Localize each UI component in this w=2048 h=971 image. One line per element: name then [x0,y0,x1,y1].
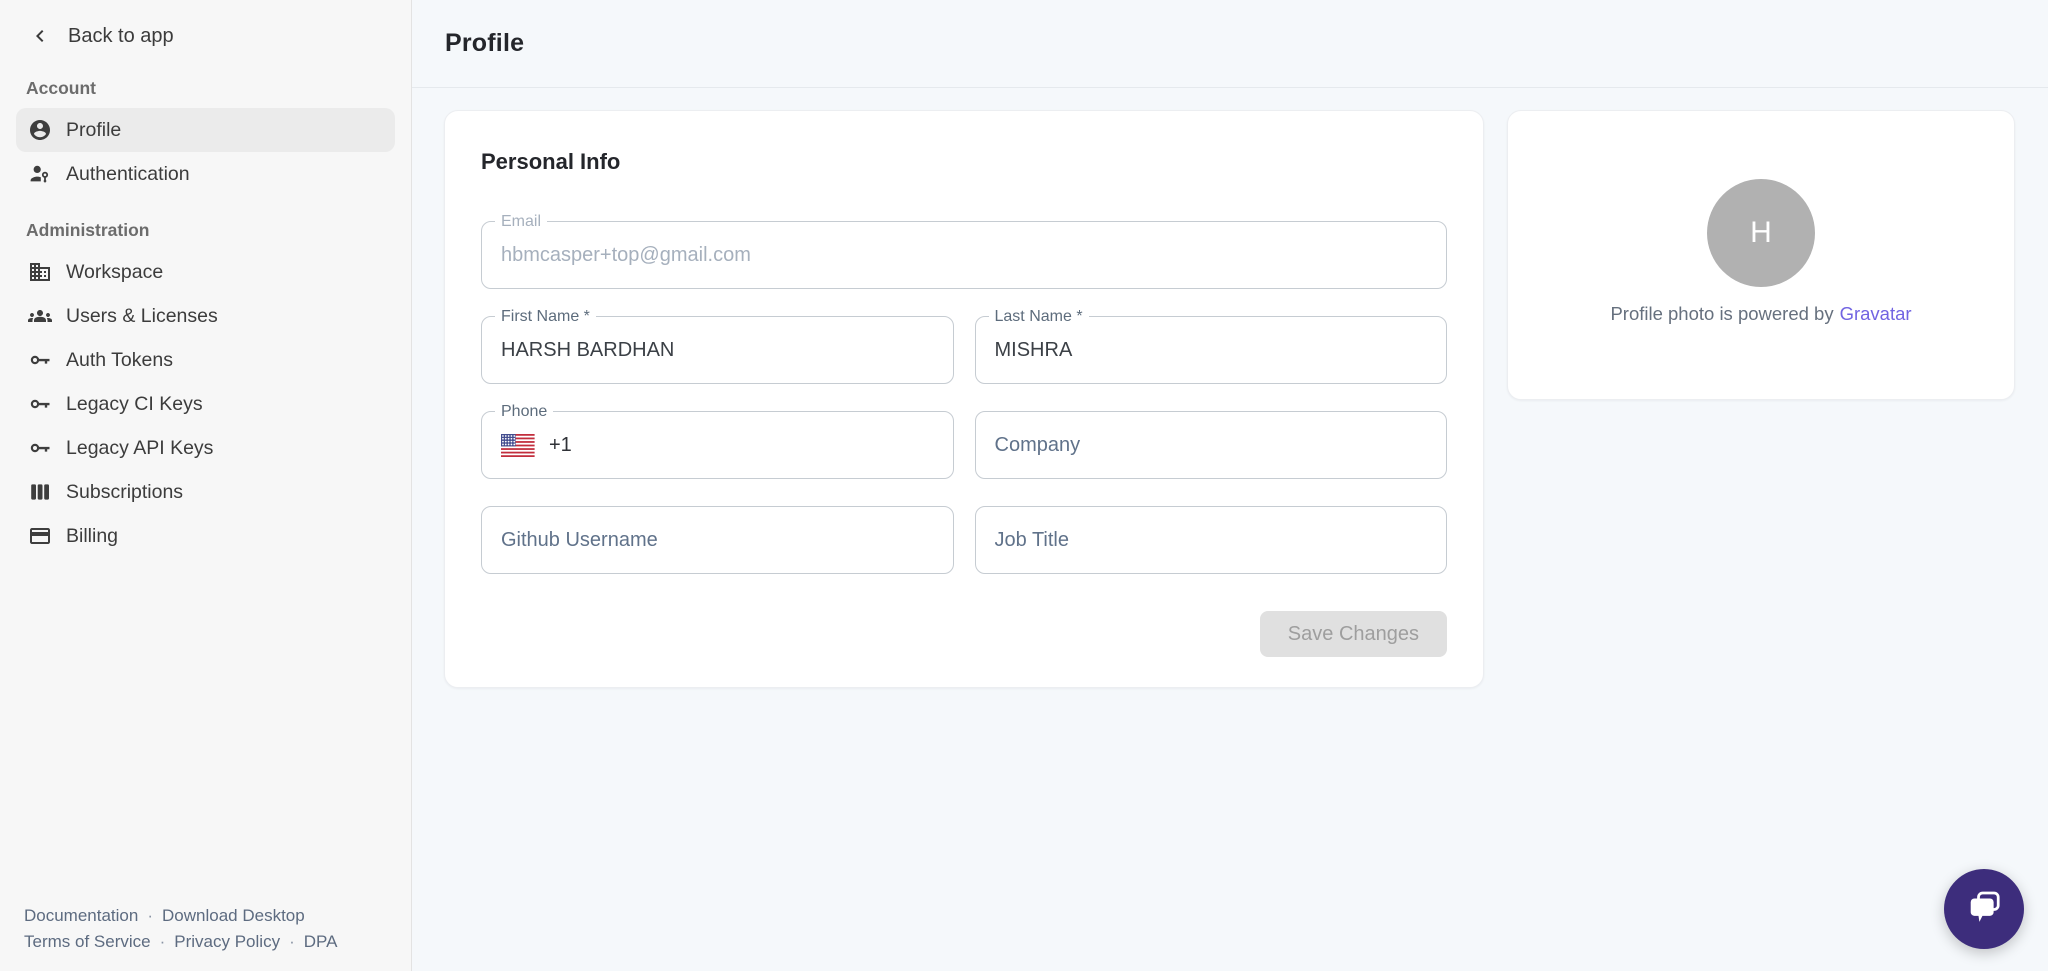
gravatar-link[interactable]: Gravatar [1840,303,1912,325]
section-title-administration: Administration [26,220,411,241]
gravatar-caption-text: Profile photo is powered by [1610,303,1833,325]
phone-field: Phone [481,411,954,479]
job-title-input[interactable] [995,529,1428,552]
personal-info-form: Email First Name * Last Name * Phone [481,221,1447,574]
phone-input[interactable] [582,434,934,457]
content: Personal Info Email First Name * Last Na… [412,88,2048,688]
sidebar-item-users-licenses[interactable]: Users & Licenses [16,294,395,338]
chat-bubbles-icon [1962,887,2006,931]
sidebar-item-subscriptions[interactable]: Subscriptions [16,470,395,514]
sidebar: Back to app Account Profile Authenticati… [0,0,412,971]
personal-info-title: Personal Info [481,149,1447,175]
email-field: Email [481,221,1447,289]
key-icon [28,436,52,460]
github-username-field [481,506,954,574]
job-title-field [975,506,1448,574]
documentation-link[interactable]: Documentation [24,906,138,925]
page-title: Profile [445,29,524,58]
company-input[interactable] [995,434,1428,457]
separator-dot: · [160,932,166,951]
sidebar-item-label: Subscriptions [66,481,183,504]
main-header: Profile [412,0,2048,88]
separator-dot: · [289,932,295,951]
us-flag-icon[interactable] [501,434,535,457]
chevron-left-icon [28,24,52,48]
sidebar-item-label: Profile [66,119,121,142]
last-name-field: Last Name * [975,316,1448,384]
back-to-app-label: Back to app [68,25,174,48]
sidebar-item-legacy-api-keys[interactable]: Legacy API Keys [16,426,395,470]
footer-row: Documentation · Download Desktop [24,903,411,929]
github-username-input[interactable] [501,529,934,552]
sidebar-item-label: Billing [66,525,118,548]
sidebar-item-label: Authentication [66,163,190,186]
gravatar-caption: Profile photo is powered by Gravatar [1610,303,1911,325]
sidebar-item-billing[interactable]: Billing [16,514,395,558]
sidebar-footer: Documentation · Download Desktop Terms of … [24,903,411,955]
groups-icon [28,304,52,328]
key-icon [28,348,52,372]
sidebar-item-label: Workspace [66,261,163,284]
gravatar-card: H Profile photo is powered by Gravatar [1507,110,2015,400]
save-row: Save Changes [481,611,1447,657]
first-name-field: First Name * [481,316,954,384]
sidebar-item-label: Legacy API Keys [66,437,213,460]
privacy-policy-link[interactable]: Privacy Policy [174,932,280,951]
avatar: H [1707,179,1815,287]
sidebar-item-label: Users & Licenses [66,305,218,328]
passkey-icon [28,162,52,186]
building-icon [28,260,52,284]
sidebar-item-auth-tokens[interactable]: Auth Tokens [16,338,395,382]
company-field [975,411,1448,479]
first-name-label: First Name * [495,308,596,326]
dpa-link[interactable]: DPA [304,932,338,951]
save-changes-button[interactable]: Save Changes [1260,611,1447,657]
last-name-label: Last Name * [989,308,1089,326]
credit-card-icon [28,524,52,548]
sidebar-item-authentication[interactable]: Authentication [16,152,395,196]
section-title-account: Account [26,78,411,99]
separator-dot: · [147,906,153,925]
sidebar-item-label: Legacy CI Keys [66,393,203,416]
sidebar-item-label: Auth Tokens [66,349,173,372]
sidebar-item-workspace[interactable]: Workspace [16,250,395,294]
email-label: Email [495,213,547,231]
back-to-app-button[interactable]: Back to app [28,24,411,48]
terms-of-service-link[interactable]: Terms of Service [24,932,151,951]
phone-dial-code: +1 [549,434,572,457]
chat-widget-button[interactable] [1944,869,2024,949]
first-name-input[interactable] [501,339,934,362]
email-input[interactable] [501,244,1427,267]
key-icon [28,392,52,416]
phone-label: Phone [495,403,553,421]
personal-info-card: Personal Info Email First Name * Last Na… [444,110,1484,688]
columns-icon [28,480,52,504]
sidebar-item-legacy-ci-keys[interactable]: Legacy CI Keys [16,382,395,426]
last-name-input[interactable] [995,339,1428,362]
sidebar-item-profile[interactable]: Profile [16,108,395,152]
footer-row: Terms of Service · Privacy Policy · DPA [24,929,411,955]
sidebar-spacer [0,558,411,903]
main-area: Profile Personal Info Email First Name *… [412,0,2048,971]
account-circle-icon [28,118,52,142]
download-desktop-link[interactable]: Download Desktop [162,906,305,925]
